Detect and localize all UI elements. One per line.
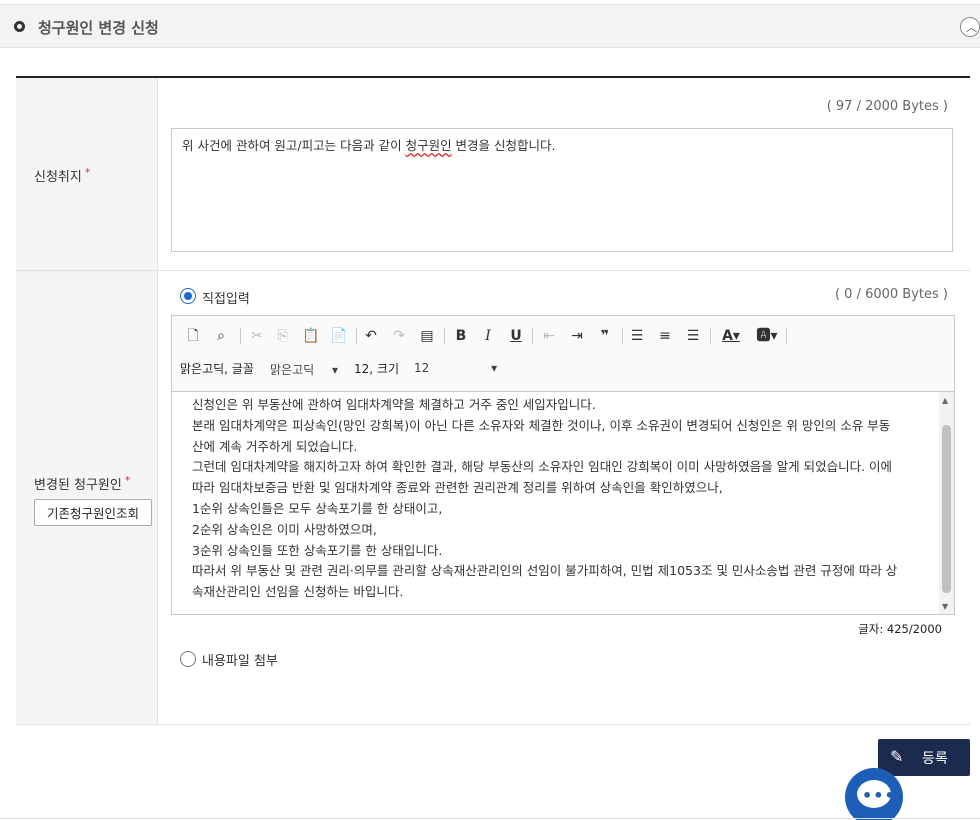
editor-toolbar: 🗋 ⌕ ✂ ⎘ 📋 📄 ↶ ↷ ▤ B I U ⇤ ⇥ ❞ ☰ ≡ ☰ A▾ 🅰… [172, 316, 954, 392]
cause-byte-count: ( 0 / 6000 Bytes ) [834, 287, 948, 302]
required-mark: * [124, 474, 131, 487]
editor-scrollbar[interactable]: ▲ ▼ [939, 392, 954, 614]
cut-icon[interactable]: ✂ [246, 326, 268, 346]
clear-format-icon[interactable]: ▤ [416, 326, 438, 346]
direct-input-radio[interactable] [180, 288, 196, 304]
changed-cause-field-cell: 직접입력 ( 0 / 6000 Bytes ) 🗋 ⌕ ✂ ⎘ 📋 📄 ↶ ↷ … [158, 271, 970, 724]
text-color-icon[interactable]: A▾ [716, 326, 746, 346]
bold-icon[interactable]: B [450, 326, 472, 346]
purpose-field-cell: ( 97 / 2000 Bytes ) 위 사건에 관하여 원고/피고는 다음과… [158, 78, 970, 270]
form-table: 신청취지 * ( 97 / 2000 Bytes ) 위 사건에 관하여 원고/피… [16, 76, 970, 725]
direct-input-label[interactable]: 직접입력 [202, 288, 250, 307]
chevron-down-icon: ▾ [332, 363, 339, 377]
purpose-label-cell: 신청취지 * [16, 78, 158, 270]
purpose-textarea[interactable]: 위 사건에 관하여 원고/피고는 다음과 같이 청구원인 변경을 신청합니다. [171, 128, 953, 252]
collapse-toggle-button[interactable]: ︿ [960, 17, 980, 37]
outdent-icon[interactable]: ⇤ [538, 326, 560, 346]
attach-file-label[interactable]: 내용파일 첨부 [202, 650, 278, 669]
lookup-existing-cause-button[interactable]: 기존청구원인조회 [34, 499, 152, 526]
new-document-icon[interactable]: 🗋 [182, 326, 204, 346]
editor-line: 따라 임대차보증금 반환 및 임대차계약 종료와 관련한 권리관계 정리를 위하… [192, 480, 723, 496]
purpose-byte-count: ( 97 / 2000 Bytes ) [826, 99, 948, 114]
editor-line: 2순위 상속인은 이미 사망하였으며, [192, 521, 377, 537]
font-size-label: 12, 크기 [354, 362, 399, 376]
changed-cause-label: 변경된 청구원인 * [34, 474, 131, 493]
editor-line: 신청인은 위 부동산에 관하여 임대차계약을 체결하고 거주 중인 세입자입니다… [192, 397, 596, 412]
italic-icon[interactable]: I [477, 326, 499, 346]
scroll-up-icon[interactable]: ▲ [942, 396, 948, 405]
purpose-label: 신청취지 * [34, 166, 91, 185]
undo-icon[interactable]: ↶ [360, 326, 382, 346]
chevron-up-icon: ︿ [966, 21, 977, 34]
chevron-down-icon: ▾ [491, 361, 498, 375]
font-size-select[interactable]: 12 ▾ [414, 361, 497, 375]
rich-text-editor: 🗋 ⌕ ✂ ⎘ 📋 📄 ↶ ↷ ▤ B I U ⇤ ⇥ ❞ ☰ ≡ ☰ A▾ 🅰… [171, 315, 955, 615]
editor-line: 3순위 상속인들 또한 상속포기를 한 상태입니다. [192, 542, 443, 558]
underline-icon[interactable]: U [505, 326, 527, 346]
divider [0, 818, 980, 819]
blockquote-icon[interactable]: ❞ [594, 326, 616, 346]
copy-icon[interactable]: ⎘ [272, 326, 294, 346]
section-header: 청구원인 변경 신청 ︿ [0, 4, 980, 48]
spellcheck-word: 청구원인 [405, 138, 452, 153]
changed-cause-row: 변경된 청구원인 * 기존청구원인조회 직접입력 ( 0 / 6000 Bytes… [16, 271, 970, 725]
purpose-row: 신청취지 * ( 97 / 2000 Bytes ) 위 사건에 관하여 원고/피… [16, 78, 970, 271]
pencil-icon: ✎ [890, 747, 904, 766]
align-center-icon[interactable]: ≡ [654, 326, 676, 346]
required-mark: * [84, 166, 91, 179]
chat-dots-icon: ••• [862, 786, 896, 805]
editor-line: 1순위 상속인들은 모두 상속포기를 한 상태이고, [192, 500, 443, 516]
background-color-icon[interactable]: 🅰▾ [752, 326, 782, 346]
preview-icon[interactable]: ⌕ [210, 326, 232, 346]
editor-body[interactable]: 신청인은 위 부동산에 관하여 임대차계약을 체결하고 거주 중인 세입자입니다… [172, 392, 940, 614]
font-family-label: 맑은고딕, 글꼴 [180, 362, 254, 376]
chat-button[interactable]: ••• [845, 768, 903, 820]
section-title: 청구원인 변경 신청 [38, 19, 159, 37]
editor-line: 그런데 임대차계약을 해지하고자 하여 확인한 결과, 해당 부동산의 소유자인… [192, 459, 893, 475]
align-left-icon[interactable]: ☰ [626, 326, 648, 346]
paste-icon[interactable]: 📋 [300, 326, 322, 346]
editor-line: 본래 임대차계약은 피상속인(망인 강희복)이 아닌 다른 소유자와 체결한 것… [192, 417, 891, 433]
redo-icon[interactable]: ↷ [388, 326, 410, 346]
submit-label: 등록 [922, 751, 948, 767]
font-family-select[interactable]: 맑은고딕 ▾ [270, 361, 338, 378]
paste-text-icon[interactable]: 📄 [328, 326, 350, 346]
editor-line: 속재산관리인 선임을 신청하는 바입니다. [192, 584, 404, 600]
editor-line: 산에 계속 거주하게 되었습니다. [192, 438, 358, 454]
circle-bullet-icon [14, 21, 25, 32]
scrollbar-thumb[interactable] [942, 425, 951, 593]
align-right-icon[interactable]: ☰ [682, 326, 704, 346]
submit-button[interactable]: ✎ 등록 [878, 739, 970, 776]
attach-file-radio[interactable] [180, 651, 196, 667]
indent-icon[interactable]: ⇥ [566, 326, 588, 346]
changed-cause-label-cell: 변경된 청구원인 * 기존청구원인조회 [16, 271, 158, 724]
char-count: 글자: 425/2000 [858, 622, 942, 636]
scroll-down-icon[interactable]: ▼ [942, 602, 948, 611]
editor-line: 따라서 위 부동산 및 관련 권리·의무를 관리할 상속재산관리인의 선임이 불… [192, 563, 898, 579]
